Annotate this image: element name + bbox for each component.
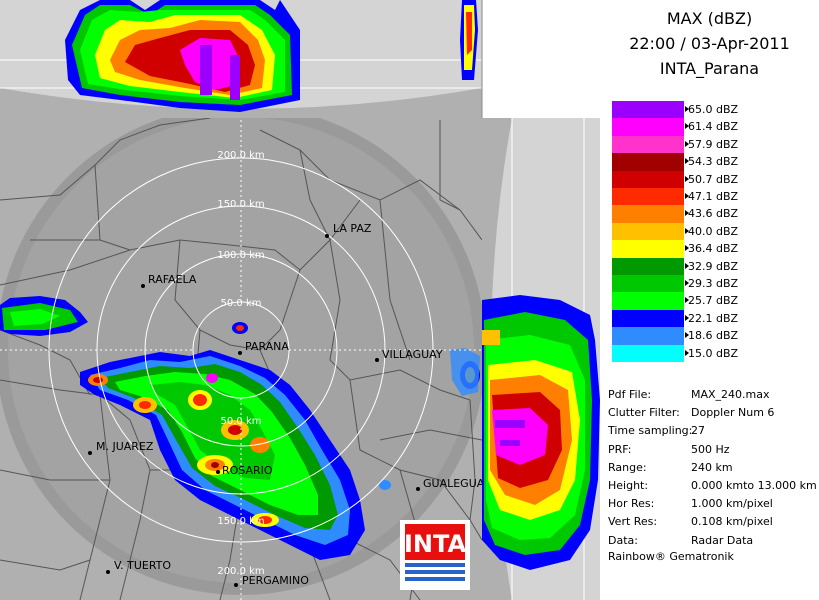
legend-entry: 54.3 dBZ	[612, 153, 812, 171]
legend-swatch	[612, 309, 684, 328]
legend-label: 40.0 dBZ	[688, 224, 739, 238]
info-value: 0.000 kmto 13.000 km	[691, 479, 817, 492]
product-title: MAX (dBZ)	[666, 9, 753, 28]
city-rafaela: RAFAELA	[148, 273, 197, 286]
legend-entry: 29.3 dBZ	[612, 275, 812, 293]
height-bottom-label: 0.0 km	[486, 102, 521, 113]
legend-label: 43.6 dBZ	[688, 207, 739, 221]
legend-entry: 50.7 dBZ	[612, 170, 812, 188]
legend-swatch	[612, 188, 684, 206]
legend-swatch	[612, 292, 684, 310]
height-top-label: 13.0 km	[552, 10, 593, 21]
legend-swatch	[612, 344, 684, 362]
legend-label: 65.0 dBZ	[688, 103, 739, 116]
legend-entry: 65.0 dBZ	[612, 101, 812, 119]
range-label-50: 50.0 km	[221, 298, 262, 309]
info-key: PRF:	[608, 442, 632, 456]
range-label-150-south: 150.0 km	[217, 516, 264, 527]
legend-label: 25.7 dBZ	[688, 294, 739, 308]
legend-entry: 18.6 dBZ	[612, 327, 812, 345]
legend-label: 54.3 dBZ	[688, 155, 739, 169]
legend-label: 36.4 dBZ	[688, 242, 739, 256]
legend-swatch	[612, 327, 684, 345]
city-parana: PARANA	[245, 340, 289, 353]
range-label-200: 200.0 km	[217, 150, 264, 161]
legend-entry: 57.9 dBZ	[612, 135, 812, 154]
legend-swatch	[612, 101, 684, 119]
info-key: Range:	[608, 460, 647, 474]
city-m-juarez: M. JUAREZ	[96, 440, 154, 453]
info-key: Clutter Filter:	[608, 406, 680, 420]
legend-label: 47.1 dBZ	[688, 190, 739, 203]
legend-entry: 15.0 dBZ	[612, 344, 812, 362]
legend-label: 22.1 dBZ	[688, 311, 739, 325]
legend-label: 18.6 dBZ	[688, 329, 739, 343]
legend-label: 50.7 dBZ	[688, 172, 739, 186]
city-pergamino: PERGAMINO	[242, 574, 309, 587]
info-value: 0.108 km/pixel	[691, 515, 773, 529]
legend-swatch	[612, 222, 684, 241]
legend-label: 57.9 dBZ	[688, 137, 739, 151]
legend-label: 29.3 dBZ	[688, 277, 739, 290]
info-value: Radar Data	[691, 533, 754, 547]
info-value: 27	[691, 424, 705, 438]
plan-view: 50.0 km 100.0 km 150.0 km 200.0 km 50.0 …	[0, 118, 514, 600]
info-value: 240 km	[691, 460, 733, 474]
legend-swatch	[612, 205, 684, 223]
legend-swatch	[612, 275, 684, 293]
city-villaguay: VILLAGUAY	[382, 348, 443, 361]
info-key: Height:	[608, 479, 649, 492]
legend-entry: 32.9 dBZ	[612, 257, 812, 275]
info-value: 1.000 km/pixel	[691, 497, 773, 511]
legend-entry: 43.6 dBZ	[612, 205, 812, 223]
range-label-150: 150.0 km	[217, 199, 264, 210]
legend-entry: 40.0 dBZ	[612, 222, 812, 241]
legend-entry: 47.1 dBZ	[612, 188, 812, 206]
station-title: INTA_Parana	[659, 59, 760, 78]
range-label-100: 100.0 km	[217, 250, 264, 261]
legend-swatch	[612, 257, 684, 275]
side-cross-section	[482, 118, 600, 600]
datetime-title: 22:00 / 03-Apr-2011	[629, 34, 790, 53]
top-cross-section: 13.0 km 0.0 km	[0, 0, 600, 118]
radar-map: 50.0 km 100.0 km 150.0 km 200.0 km 50.0 …	[0, 0, 600, 600]
info-key: Vert Res:	[608, 515, 658, 529]
info-key: Time sampling:	[608, 424, 693, 438]
legend-label: 15.0 dBZ	[688, 346, 739, 360]
svg-text:INTA: INTA	[404, 530, 467, 558]
legend-swatch	[612, 118, 684, 136]
city-la-paz: LA PAZ	[333, 222, 372, 235]
legend-label: 32.9 dBZ	[688, 259, 739, 273]
legend-swatch	[612, 135, 684, 154]
info-value: MAX_240.max	[691, 388, 770, 401]
city-v-tuerto: V. TUERTO	[114, 559, 171, 572]
info-key: Hor Res:	[608, 497, 655, 511]
info-key: Pdf File:	[608, 388, 652, 401]
legend-label: 61.4 dBZ	[688, 120, 739, 134]
legend-entry: 22.1 dBZ	[612, 309, 812, 328]
legend-entry: 61.4 dBZ	[612, 118, 812, 136]
inta-logo: INTA	[400, 520, 470, 590]
range-label-50-south: 50.0 km	[221, 416, 262, 427]
legend-swatch	[612, 170, 684, 188]
info-value: Doppler Num 6	[691, 406, 775, 420]
legend-swatch	[612, 240, 684, 258]
info-key: Data:	[608, 533, 638, 547]
info-value: 500 Hz	[691, 442, 730, 456]
legend-swatch	[612, 153, 684, 171]
legend-entry: 25.7 dBZ	[612, 292, 812, 310]
legend-entry: 36.4 dBZ	[612, 240, 812, 258]
city-rosario: ROSARIO	[222, 464, 273, 477]
brand-footer: Rainbow® Gematronik	[608, 550, 734, 563]
